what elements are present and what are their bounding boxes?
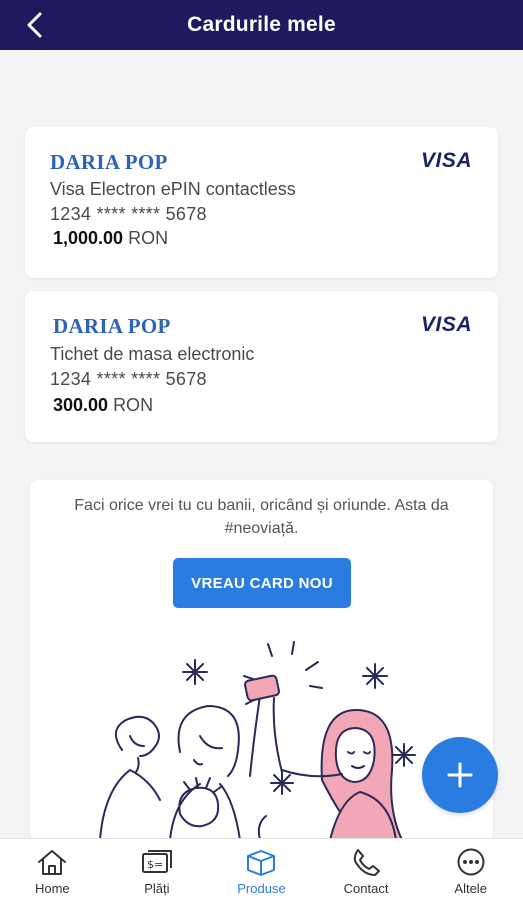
box-icon <box>247 850 276 876</box>
card-balance: 1,000.00 RON <box>53 228 168 249</box>
nav-label: Plăți <box>144 881 170 896</box>
visa-logo: VISA <box>420 149 472 172</box>
card-owner: DARIA POP <box>50 150 168 174</box>
balance-amount: 300.00 <box>53 395 109 415</box>
back-arrow-icon[interactable] <box>24 11 46 39</box>
promo-text: Faci orice vrei tu cu banii, oricând și … <box>74 497 449 537</box>
nav-label: Produse <box>237 881 286 896</box>
card-item[interactable]: DARIA POP VISA Tichet de masa electronic… <box>25 291 498 442</box>
svg-text:$=: $= <box>147 858 163 871</box>
people-selfie-illustration <box>99 641 416 840</box>
nav-item-payments[interactable]: $= Plăți <box>105 839 210 900</box>
balance-currency: RON <box>113 395 154 415</box>
card-type: Tichet de masa electronic <box>50 344 255 364</box>
payments-icon: $= <box>141 850 172 873</box>
card-balance: 300.00 RON <box>53 395 153 416</box>
balance-currency: RON <box>128 228 169 248</box>
nav-label: Contact <box>343 881 389 896</box>
new-card-button[interactable]: VREAU CARD NOU <box>173 558 351 608</box>
card-number: 1234 **** **** 5678 <box>50 369 207 389</box>
card-type: Visa Electron ePIN contactless <box>50 179 296 199</box>
nav-item-home[interactable]: Home <box>0 839 105 900</box>
visa-logo: VISA <box>420 313 472 336</box>
nav-item-contact[interactable]: Contact <box>314 839 419 900</box>
page-title: Cardurile mele <box>187 13 336 36</box>
nav-item-more[interactable]: Altele <box>418 839 523 900</box>
phone-icon <box>353 849 381 876</box>
card-number: 1234 **** **** 5678 <box>50 204 207 224</box>
balance-amount: 1,000.00 <box>53 228 124 248</box>
plus-icon <box>447 762 473 788</box>
bottom-nav: Home $= Plăți Produse Contact Altele <box>0 838 523 900</box>
card-item[interactable]: DARIA POP VISA Visa Electron ePIN contac… <box>25 127 498 278</box>
nav-item-products[interactable]: Produse <box>209 839 314 900</box>
more-icon <box>457 848 485 876</box>
app-header: Cardurile mele <box>0 0 523 50</box>
card-owner: DARIA POP <box>53 314 171 338</box>
nav-label: Altele <box>454 881 487 896</box>
home-icon <box>38 850 67 875</box>
nav-label: Home <box>34 881 70 896</box>
add-card-button[interactable] <box>422 737 498 813</box>
